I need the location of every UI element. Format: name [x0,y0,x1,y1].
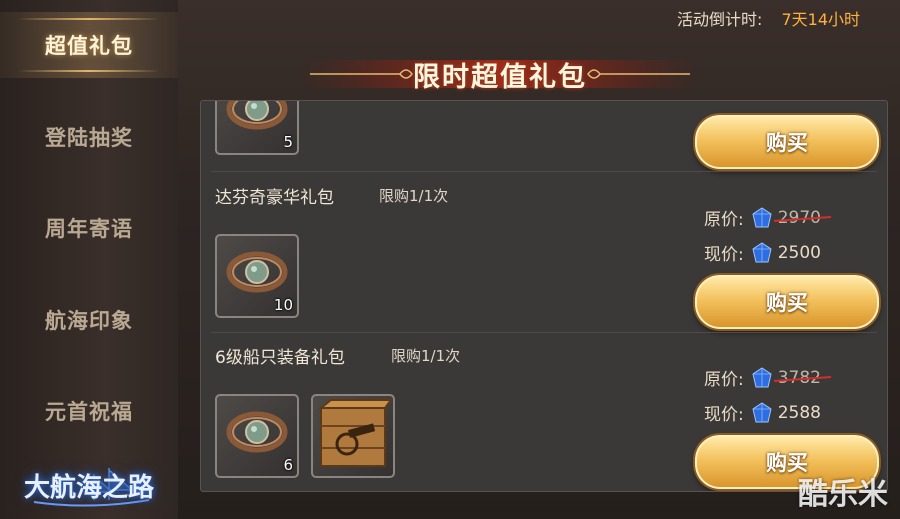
buy-button-label: 购买 [766,131,808,155]
blue-gem-icon [752,241,772,262]
item-slot[interactable]: 5 [215,101,299,155]
pack-name: 达芬奇豪华礼包 [215,188,334,208]
item-slot[interactable]: 6 [215,394,299,478]
pack-list[interactable]: 5 购买 达芬奇豪华礼包 限购1/1次 原价: 2970 现价: 2500 10… [200,100,888,492]
item-slot[interactable] [311,394,395,478]
sidebar-item-leader-blessing[interactable]: 元首祝福 [0,378,178,444]
cannon-crate-icon [318,399,393,467]
item-count: 10 [273,296,293,314]
sidebar-item-login-lottery[interactable]: 登陆抽奖 [0,104,178,170]
event-countdown: 活动倒计时: 7天14小时 [677,6,860,30]
sidebar-item-voyage-impression[interactable]: 航海印象 [0,287,178,353]
blue-gem-icon [752,401,772,422]
item-count: 5 [283,133,293,151]
buy-button-label: 购买 [766,291,808,315]
sidebar-item-label: 元首祝福 [45,399,133,424]
item-slot[interactable]: 10 [215,234,299,318]
item-count: 6 [283,456,293,474]
countdown-label: 活动倒计时: [676,10,763,29]
blue-gem-icon [752,366,772,387]
sidebar-item-label: 登陆抽奖 [45,125,133,150]
divider [211,171,877,172]
watermark: 酷乐米 [798,477,888,512]
sidebar: 超值礼包 登陆抽奖 周年寄语 航海印象 元首祝福 大航海之路 [0,0,178,519]
purchase-limit: 限购1/1次 [391,347,461,365]
sidebar-item-value-pack[interactable]: 超值礼包 [0,12,178,78]
current-price: 现价: 2588 [704,400,821,425]
divider [211,332,877,333]
buy-button[interactable]: 购买 [695,115,879,169]
current-price-label: 现价: [704,405,744,425]
original-price-label: 原价: [704,210,744,230]
original-price: 原价: 3782 [704,365,821,390]
current-price-value: 2500 [777,242,821,263]
sidebar-item-label: 航海印象 [45,308,133,333]
pack-name: 6级船只装备礼包 [215,348,345,368]
sidebar-item-label: 超值礼包 [45,33,133,58]
logo-text: 大航海之路 [23,472,154,503]
game-logo: 大航海之路 [14,460,164,510]
banner-title: 限时超值礼包 [413,62,587,93]
title-banner: 限时超值礼包 [300,50,700,96]
countdown-value: 7天14小时 [781,10,860,29]
original-price-value: 3782 [777,367,821,388]
blue-gem-icon [752,206,772,227]
sidebar-item-anniversary-message[interactable]: 周年寄语 [0,195,178,261]
current-price-label: 现价: [704,245,744,265]
sidebar-item-label: 周年寄语 [45,216,133,241]
purchase-limit: 限购1/1次 [379,187,449,205]
original-price-label: 原价: [704,370,744,390]
buy-button[interactable]: 购买 [695,275,879,329]
original-price: 原价: 2970 [704,205,821,230]
current-price-value: 2588 [777,402,821,423]
current-price: 现价: 2500 [704,240,821,265]
original-price-value: 2970 [777,207,821,228]
